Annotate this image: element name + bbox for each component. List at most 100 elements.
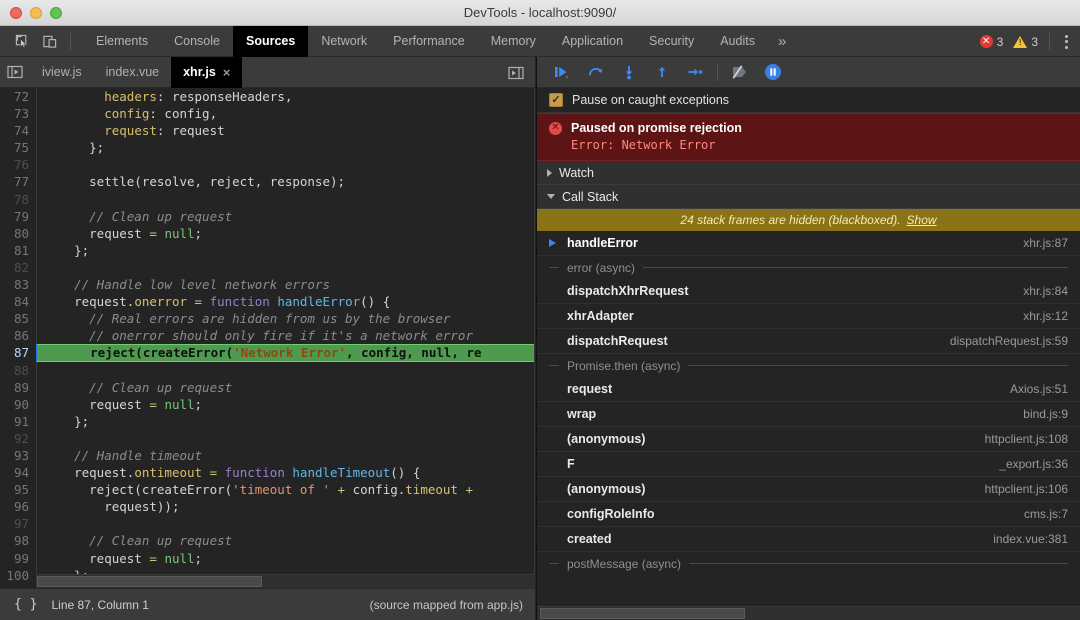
code-line[interactable]: 74 request: request	[0, 122, 535, 139]
tab-application[interactable]: Application	[549, 26, 636, 57]
call-stack-frame[interactable]: xhrAdapterxhr.js:12	[537, 304, 1080, 329]
blackbox-show-link[interactable]: Show	[907, 213, 937, 227]
more-tabs-icon[interactable]	[501, 57, 531, 88]
maximize-window-button[interactable]	[50, 7, 62, 19]
line-number[interactable]: 85	[0, 310, 36, 327]
inspect-cursor-icon[interactable]	[8, 28, 36, 54]
line-number[interactable]: 73	[0, 105, 36, 122]
line-number[interactable]: 95	[0, 481, 36, 498]
tab-elements[interactable]: Elements	[83, 26, 161, 57]
line-number[interactable]: 100	[0, 567, 36, 584]
device-toolbar-icon[interactable]	[36, 28, 64, 54]
code-line[interactable]: 85 // Real errors are hidden from us by …	[0, 310, 535, 327]
call-stack-section-header[interactable]: Call Stack	[537, 185, 1080, 209]
warning-count-badge[interactable]: 3	[1008, 35, 1043, 49]
line-number[interactable]: 89	[0, 379, 36, 396]
code-line[interactable]: 75 };	[0, 139, 535, 156]
tab-performance[interactable]: Performance	[380, 26, 478, 57]
code-line[interactable]: 80 request = null;	[0, 225, 535, 242]
call-stack-frame[interactable]: F_export.js:36	[537, 452, 1080, 477]
more-tabs-button[interactable]: »	[768, 26, 796, 57]
code-line[interactable]: 81 };	[0, 242, 535, 259]
code-line[interactable]: 95 reject(createError('timeout of ' + co…	[0, 481, 535, 498]
navigator-toggle-icon[interactable]	[0, 57, 30, 88]
line-number[interactable]: 99	[0, 550, 36, 567]
code-line[interactable]: 97	[0, 515, 535, 532]
code-line[interactable]: 93 // Handle timeout	[0, 447, 535, 464]
line-number[interactable]: 72	[0, 88, 36, 105]
pause-on-exceptions-icon[interactable]	[759, 59, 787, 85]
code-line[interactable]: 99 request = null;	[0, 550, 535, 567]
tab-audits[interactable]: Audits	[707, 26, 768, 57]
line-number[interactable]: 77	[0, 173, 36, 190]
line-number[interactable]: 75	[0, 139, 36, 156]
code-line[interactable]: 83 // Handle low level network errors	[0, 276, 535, 293]
call-stack-frame[interactable]: handleErrorxhr.js:87	[537, 231, 1080, 256]
code-line[interactable]: 91 };	[0, 413, 535, 430]
call-stack-frame[interactable]: requestAxios.js:51	[537, 377, 1080, 402]
call-stack-frame[interactable]: dispatchRequestdispatchRequest.js:59	[537, 329, 1080, 354]
file-tab-index-vue[interactable]: index.vue	[94, 57, 172, 88]
step-out-icon[interactable]	[648, 59, 676, 85]
step-icon[interactable]	[681, 59, 709, 85]
code-line[interactable]: 92	[0, 430, 535, 447]
code-line[interactable]: 98 // Clean up request	[0, 532, 535, 549]
step-over-icon[interactable]	[582, 59, 610, 85]
code-editor[interactable]: 72 headers: responseHeaders,73 config: c…	[0, 88, 535, 588]
tab-sources[interactable]: Sources	[233, 26, 308, 57]
line-number[interactable]: 76	[0, 156, 36, 173]
line-number[interactable]: 83	[0, 276, 36, 293]
pause-on-caught-exceptions-row[interactable]: ✓ Pause on caught exceptions	[537, 88, 1080, 113]
close-window-button[interactable]	[10, 7, 22, 19]
tab-security[interactable]: Security	[636, 26, 707, 57]
line-number[interactable]: 74	[0, 122, 36, 139]
code-line[interactable]: 89 // Clean up request	[0, 379, 535, 396]
line-number[interactable]: 91	[0, 413, 36, 430]
line-number[interactable]: 86	[0, 327, 36, 344]
code-line[interactable]: 79 // Clean up request	[0, 208, 535, 225]
step-into-icon[interactable]	[615, 59, 643, 85]
call-stack-frame[interactable]: (anonymous)httpclient.js:106	[537, 477, 1080, 502]
code-line[interactable]: 76	[0, 156, 535, 173]
line-number[interactable]: 92	[0, 430, 36, 447]
tab-memory[interactable]: Memory	[478, 26, 549, 57]
sidebar-scroll-thumb[interactable]	[540, 608, 745, 619]
pretty-print-button[interactable]: { }	[0, 597, 47, 612]
code-line[interactable]: 96 request));	[0, 498, 535, 515]
deactivate-breakpoints-icon[interactable]	[726, 59, 754, 85]
line-number[interactable]: 96	[0, 498, 36, 515]
code-line[interactable]: 94 request.ontimeout = function handleTi…	[0, 464, 535, 481]
code-line[interactable]: 78	[0, 191, 535, 208]
call-stack-frame[interactable]: dispatchXhrRequestxhr.js:84	[537, 279, 1080, 304]
line-number[interactable]: 90	[0, 396, 36, 413]
watch-section-header[interactable]: Watch	[537, 161, 1080, 185]
call-stack-frame[interactable]: createdindex.vue:381	[537, 527, 1080, 552]
line-number[interactable]: 82	[0, 259, 36, 276]
line-number[interactable]: 93	[0, 447, 36, 464]
line-number[interactable]: 94	[0, 464, 36, 481]
line-number[interactable]: 80	[0, 225, 36, 242]
line-number[interactable]: 79	[0, 208, 36, 225]
file-tab-xhr-js[interactable]: xhr.js ×	[171, 57, 242, 88]
editor-scroll-thumb[interactable]	[37, 576, 262, 587]
tab-console[interactable]: Console	[161, 26, 233, 57]
code-line[interactable]: 87 reject(createError('Network Error', c…	[0, 344, 535, 361]
line-number[interactable]: 97	[0, 515, 36, 532]
editor-horizontal-scrollbar[interactable]	[37, 574, 535, 588]
code-line[interactable]: 77 settle(resolve, reject, response);	[0, 173, 535, 190]
code-line[interactable]: 86 // onerror should only fire if it's a…	[0, 327, 535, 344]
pause-on-caught-checkbox[interactable]: ✓	[549, 93, 563, 107]
minimize-window-button[interactable]	[30, 7, 42, 19]
line-number[interactable]: 84	[0, 293, 36, 310]
line-number[interactable]: 87	[0, 344, 36, 361]
sidebar-horizontal-scrollbar[interactable]	[537, 606, 1080, 620]
line-number[interactable]: 88	[0, 362, 36, 379]
line-number[interactable]: 78	[0, 191, 36, 208]
line-number[interactable]: 98	[0, 532, 36, 549]
line-number[interactable]: 81	[0, 242, 36, 259]
call-stack-frame[interactable]: configRoleInfocms.js:7	[537, 502, 1080, 527]
kebab-menu-icon[interactable]	[1056, 29, 1076, 55]
code-line[interactable]: 73 config: config,	[0, 105, 535, 122]
code-line[interactable]: 84 request.onerror = function handleErro…	[0, 293, 535, 310]
call-stack-frame[interactable]: (anonymous)httpclient.js:108	[537, 427, 1080, 452]
